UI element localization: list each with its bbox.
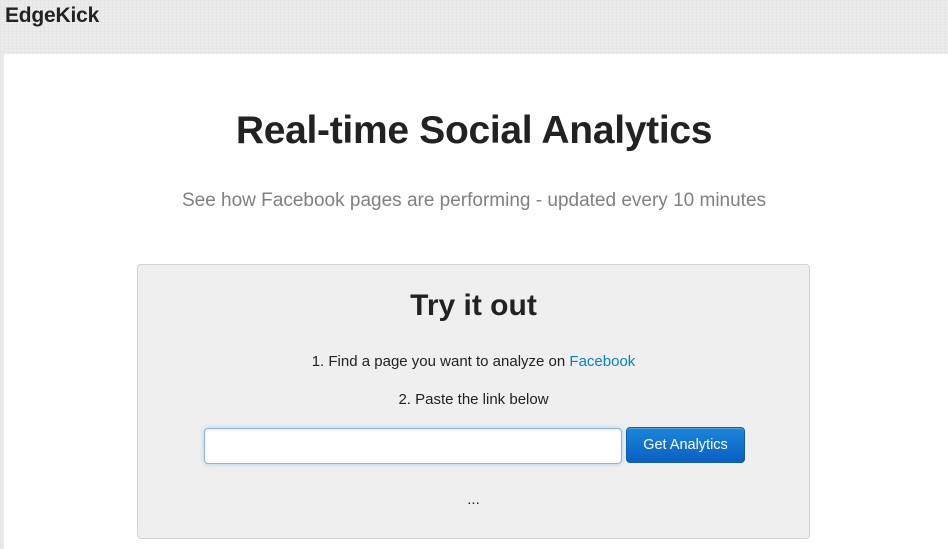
page-title: Real-time Social Analytics [235,109,713,152]
try-it-panel: Try it out 1. Find a page you want to an… [137,264,810,539]
step-1: 1. Find a page you want to analyze on Fa… [138,353,809,370]
try-it-title: Try it out [410,289,537,322]
step-2: 2. Paste the link below [398,391,549,408]
get-analytics-button[interactable]: Get Analytics [626,427,745,463]
facebook-link[interactable]: Facebook [569,353,635,370]
brand-logo[interactable]: EdgeKick [5,4,99,28]
status-text: ... [467,491,480,508]
page-url-input[interactable] [204,428,622,464]
top-bar: EdgeKick [0,0,948,54]
main-content: Real-time Social Analytics See how Faceb… [4,54,948,549]
page-subtitle: See how Facebook pages are performing - … [181,190,767,211]
step-1-text: 1. Find a page you want to analyze on [311,353,570,370]
